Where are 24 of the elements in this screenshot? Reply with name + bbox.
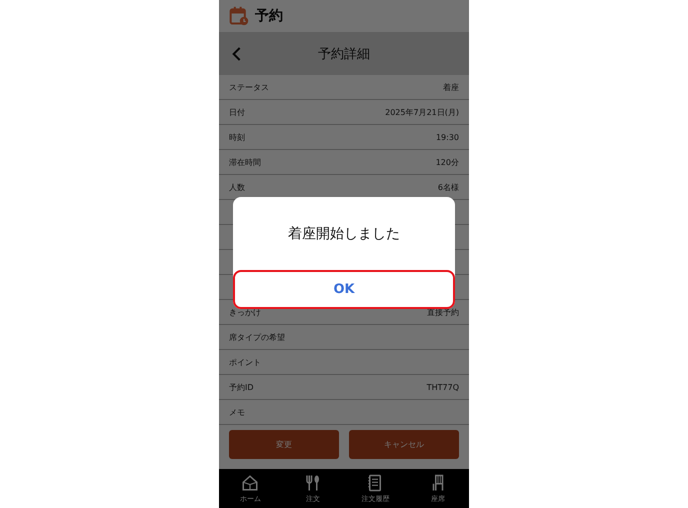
row-label: 時刻 bbox=[229, 132, 245, 142]
app-title: 予約 bbox=[255, 7, 283, 25]
row-label: 人数 bbox=[229, 182, 245, 192]
cancel-button[interactable]: キャンセル bbox=[349, 430, 459, 459]
row-label: 予約ID bbox=[229, 382, 254, 392]
row-label: ポイント bbox=[229, 356, 261, 368]
row-value: 120分 bbox=[436, 156, 459, 168]
row-value: THT77Q bbox=[426, 382, 459, 392]
edit-button[interactable]: 変更 bbox=[229, 430, 339, 459]
row-label: きっかけ bbox=[229, 306, 261, 318]
calendar-clock-icon bbox=[229, 6, 249, 26]
page-title: 予約詳細 bbox=[318, 46, 370, 62]
ok-button[interactable]: OK bbox=[233, 270, 455, 309]
house-icon bbox=[241, 474, 260, 492]
row-label: 滞在時間 bbox=[229, 156, 261, 168]
row-label: ステータス bbox=[229, 82, 269, 92]
row-value: 19:30 bbox=[436, 132, 459, 142]
row-label: 席タイプの希望 bbox=[229, 332, 285, 342]
row-label: メモ bbox=[229, 406, 245, 418]
dialog-message: 着座開始しました bbox=[287, 224, 401, 244]
row-label: 日付 bbox=[229, 106, 245, 118]
row-value: 6名様 bbox=[438, 182, 459, 192]
row-value: 2025年7月21日(月) bbox=[385, 106, 459, 118]
row-value: 着座 bbox=[443, 82, 459, 92]
